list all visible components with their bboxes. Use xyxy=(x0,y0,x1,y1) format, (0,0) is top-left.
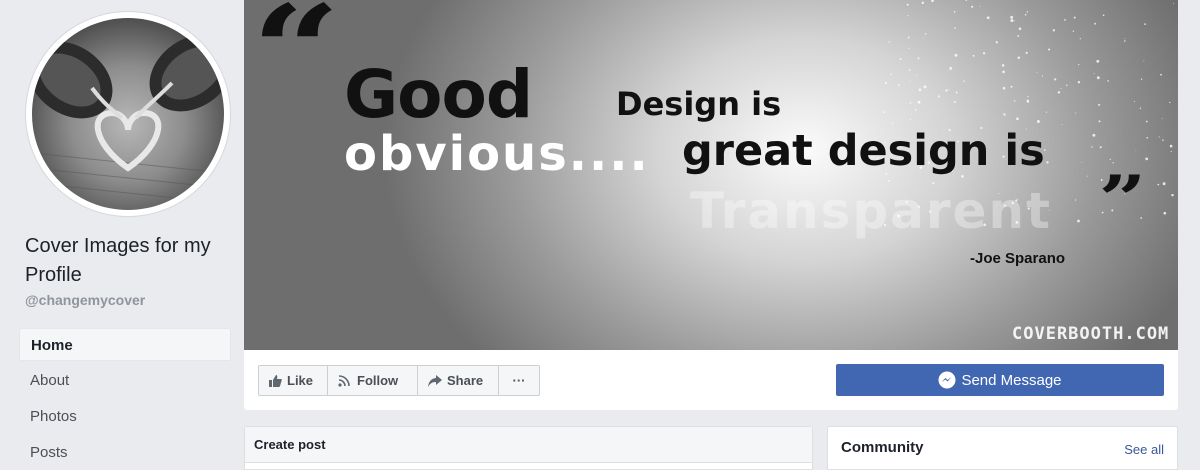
follow-label: Follow xyxy=(357,373,399,388)
send-message-button[interactable]: Send Message xyxy=(836,364,1164,396)
sneakers-heart-image xyxy=(32,34,224,204)
page-action-bar: Like Follow Share ··· Send Message xyxy=(244,350,1178,410)
cover-photo[interactable]: “ Good Design is obvious.... great desig… xyxy=(244,0,1178,350)
community-card: Community See all xyxy=(827,426,1178,470)
community-title: Community xyxy=(841,439,924,456)
rss-follow-icon xyxy=(338,374,352,387)
cover-watermark: COVERBOOTH.COM xyxy=(1012,324,1170,344)
like-button[interactable]: Like xyxy=(258,365,328,396)
page-name[interactable]: Cover Images for my Profile xyxy=(25,232,225,290)
share-label: Share xyxy=(447,373,484,388)
action-button-group: Like Follow Share ··· xyxy=(258,365,540,396)
more-options-button[interactable]: ··· xyxy=(498,365,540,396)
create-post-card: Create post xyxy=(244,426,813,470)
quote-author: -Joe Sparano xyxy=(970,250,1066,267)
nav-item-home[interactable]: Home xyxy=(19,328,231,361)
thumbs-up-icon xyxy=(269,374,282,387)
quote-transparent: Transparent xyxy=(690,182,1052,240)
quote-design-is: Design is xyxy=(616,85,782,123)
send-message-label: Send Message xyxy=(961,371,1062,389)
share-arrow-icon xyxy=(428,374,442,387)
quote-obvious: obvious.... xyxy=(344,126,650,182)
open-quote-mark: “ xyxy=(251,0,341,120)
more-dots-icon: ··· xyxy=(512,373,526,388)
nav-item-posts[interactable]: Posts xyxy=(19,436,231,469)
cover-card: “ Good Design is obvious.... great desig… xyxy=(244,0,1178,410)
follow-button[interactable]: Follow xyxy=(327,365,418,396)
see-all-link[interactable]: See all xyxy=(1124,442,1164,457)
create-post-title[interactable]: Create post xyxy=(245,427,812,463)
page-handle[interactable]: @changemycover xyxy=(25,292,145,308)
quote-word-good: Good xyxy=(344,56,533,133)
avatar-image xyxy=(32,18,224,210)
nav-item-about[interactable]: About xyxy=(19,364,231,397)
left-sidebar: Cover Images for my Profile @changemycov… xyxy=(0,0,240,470)
share-button[interactable]: Share xyxy=(417,365,499,396)
quote-great-design: great design is xyxy=(682,126,1045,176)
page-nav: Home About Photos Posts xyxy=(19,328,231,470)
close-quote-mark: ” xyxy=(1098,162,1147,237)
messenger-icon xyxy=(938,371,956,389)
like-label: Like xyxy=(287,373,314,388)
profile-avatar[interactable] xyxy=(26,12,230,216)
nav-item-photos[interactable]: Photos xyxy=(19,400,231,433)
